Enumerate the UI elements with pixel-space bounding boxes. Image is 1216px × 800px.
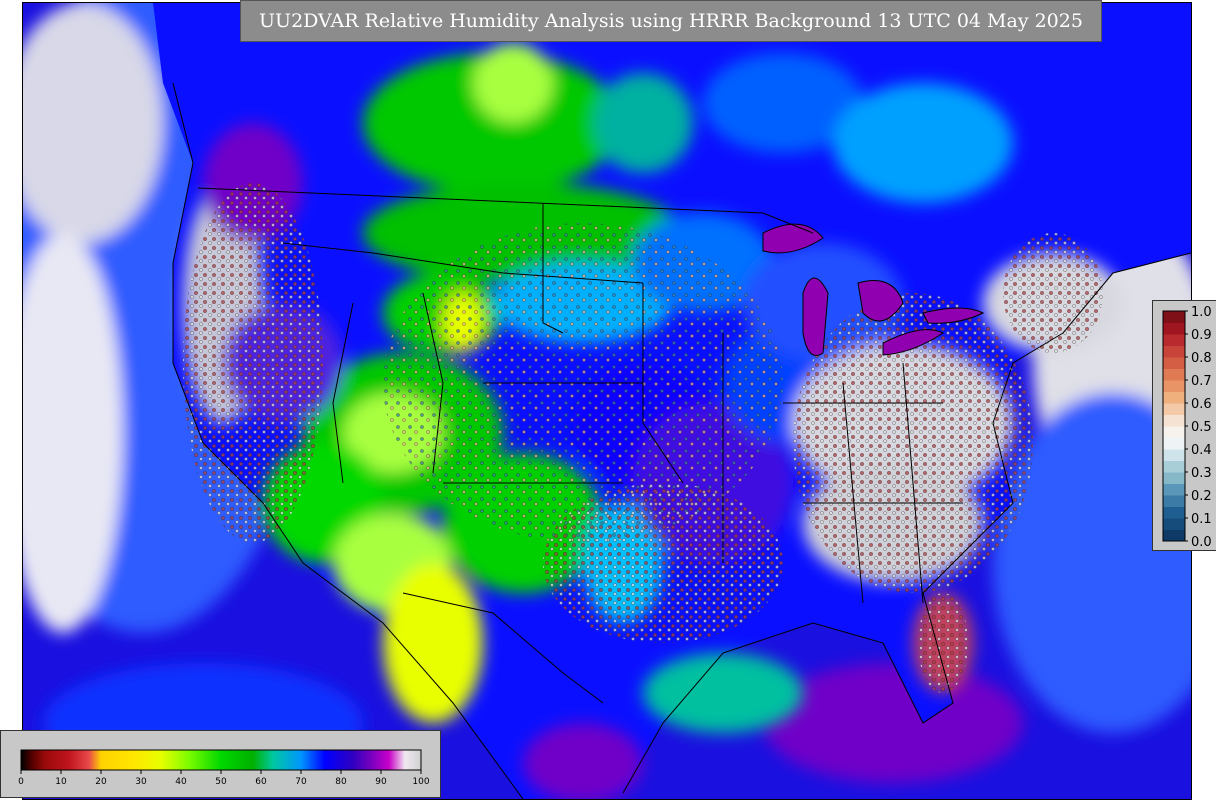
innovation-colorbar-band: [1163, 518, 1185, 530]
innovation-tick-label: 0.6: [1191, 397, 1212, 412]
innovation-colorbar: 0.0 0.1 0.2 0.3 0.4 0.5 0.6 0.7 0.8 0.9 1.0: [1152, 300, 1216, 551]
title-bar: UU2DVAR Relative Humidity Analysis using…: [240, 0, 1102, 42]
obs-dots-florida: [918, 593, 968, 693]
obs-dots-south: [543, 483, 783, 643]
innovation-colorbar-band: [1163, 472, 1185, 484]
rh-tick-label: 70: [295, 777, 307, 787]
innovation-tick-label: 1.0: [1191, 305, 1212, 320]
innovation-colorbar-band: [1163, 322, 1185, 335]
innovation-colorbar-band: [1163, 460, 1185, 473]
rh-tick-label: 20: [95, 777, 107, 787]
rh-tick-label: 30: [135, 777, 147, 787]
innovation-colorbar-band: [1163, 529, 1185, 542]
rh-colorbar-gradient: [20, 749, 422, 771]
humidity-field: [23, 3, 1191, 799]
innovation-tick-label: 0.0: [1191, 535, 1212, 550]
innovation-tick-label: 0.7: [1191, 374, 1212, 389]
innovation-tick-label: 0.3: [1191, 466, 1212, 481]
rh-tick-label: 50: [215, 777, 227, 787]
innovation-colorbar-graphic: 0.0 0.1 0.2 0.3 0.4 0.5 0.6 0.7 0.8 0.9 1.0: [1162, 305, 1212, 550]
rh-colorbar: 0 10 20 30 40 50 60 70 80 90 100: [0, 730, 441, 798]
rh-tick-label: 10: [55, 777, 67, 787]
innovation-colorbar-band: [1163, 414, 1185, 427]
innovation-tick-label: 0.2: [1191, 489, 1212, 504]
map-title: UU2DVAR Relative Humidity Analysis using…: [259, 10, 1083, 32]
rh-tick-label: 0: [18, 777, 24, 787]
innovation-colorbar-band: [1163, 311, 1185, 323]
rh-analysis-map: [22, 2, 1192, 800]
innovation-tick-label: 0.4: [1191, 443, 1212, 458]
innovation-tick-label: 0.5: [1191, 420, 1212, 435]
innovation-colorbar-band: [1163, 495, 1185, 507]
rh-tick-label: 80: [335, 777, 347, 787]
innovation-colorbar-band: [1163, 368, 1185, 381]
innovation-colorbar-band: [1163, 483, 1185, 496]
innovation-colorbar-band: [1163, 334, 1185, 346]
innovation-colorbar-band: [1163, 345, 1185, 358]
innovation-colorbar-band: [1163, 506, 1185, 519]
innovation-tick-label: 0.9: [1191, 328, 1212, 343]
innovation-colorbar-band: [1163, 403, 1185, 415]
rh-tick-label: 60: [255, 777, 267, 787]
rh-tick-label: 90: [375, 777, 387, 787]
innovation-colorbar-band: [1163, 437, 1185, 450]
innovation-tick-label: 0.1: [1191, 512, 1212, 527]
innovation-colorbar-band: [1163, 380, 1185, 392]
innovation-colorbar-band: [1163, 449, 1185, 461]
obs-dots-west: [183, 183, 323, 543]
rh-tick-label: 100: [412, 777, 429, 787]
obs-dots-northeast: [1003, 233, 1103, 353]
rh-colorbar-graphic: 0 10 20 30 40 50 60 70 80 90 100: [18, 749, 430, 787]
innovation-colorbar-band: [1163, 357, 1185, 369]
innovation-tick-label: 0.8: [1191, 351, 1212, 366]
innovation-colorbar-band: [1163, 391, 1185, 404]
innovation-colorbar-band: [1163, 426, 1185, 438]
rh-tick-label: 40: [175, 777, 187, 787]
